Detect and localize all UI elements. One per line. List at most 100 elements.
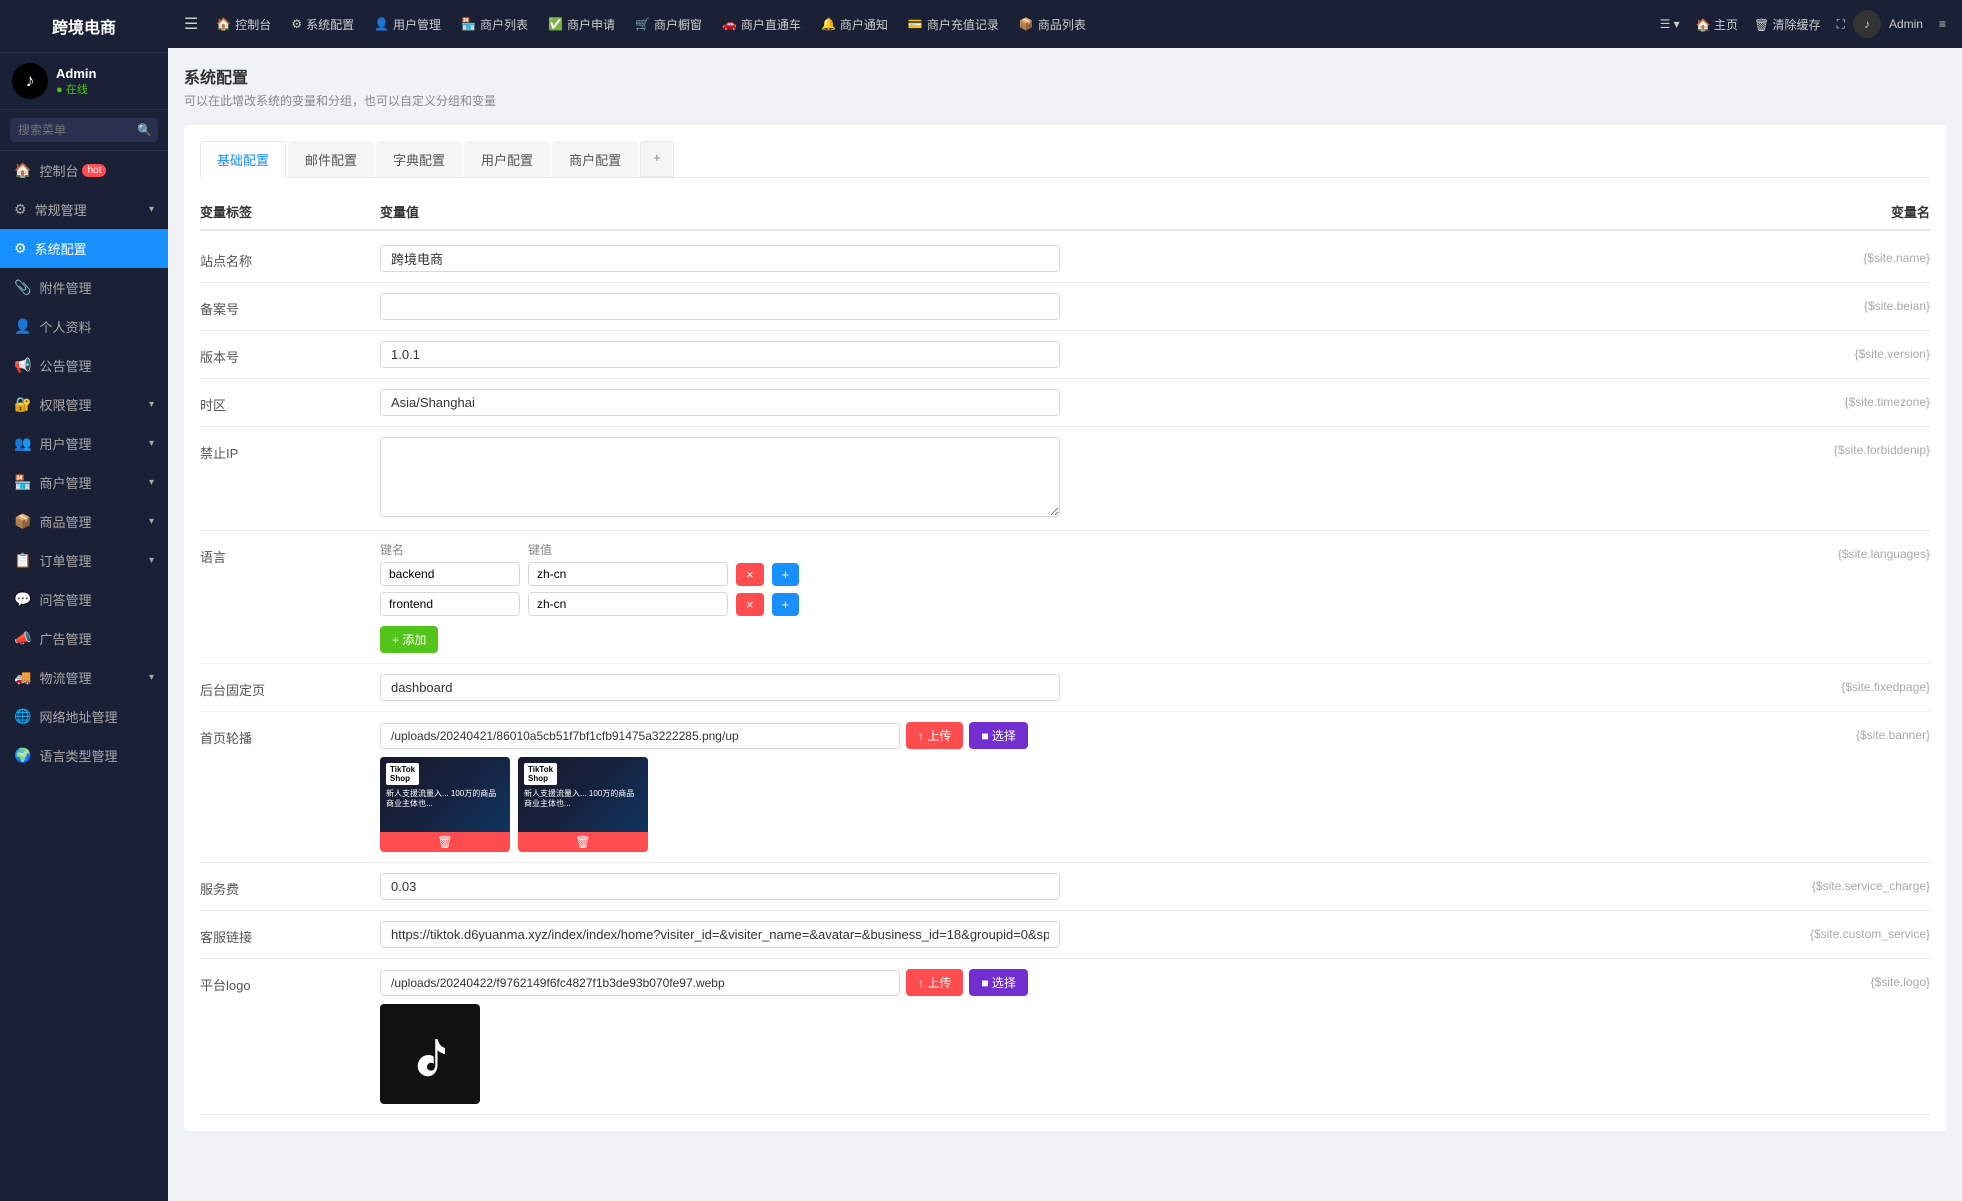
field-varname-service_charge: {$site.service_charge} [1730, 873, 1930, 893]
sidebar-label-ad: 公告管理 [39, 356, 91, 375]
topbar-menu-btn[interactable]: ☰ ▾ [1652, 17, 1688, 31]
topbar-item-商户列表[interactable]: 🏪商户列表 [451, 0, 538, 48]
field-value-service_charge [380, 873, 1730, 900]
topbar-more-btn[interactable]: ≡ [1931, 17, 1954, 31]
lang-add-btn-1[interactable]: + [772, 593, 800, 616]
sidebar-label-merchant: 商户管理 [39, 473, 91, 492]
sidebar-label-qa: 问答管理 [39, 590, 91, 609]
tab-邮件配置[interactable]: 邮件配置 [288, 141, 374, 177]
topbar-icon: 💳 [908, 17, 923, 31]
hamburger-icon[interactable]: ☰ [176, 14, 206, 34]
tab-字典配置[interactable]: 字典配置 [376, 141, 462, 177]
form-row-beian: 备案号 {$site.beian} [200, 283, 1930, 331]
topbar-item-商户申请[interactable]: ✅商户申请 [538, 0, 625, 48]
select-btn-logo[interactable]: ■ 选择 [969, 969, 1028, 996]
tiktok-logo-svg [400, 1024, 460, 1084]
lang-delete-btn-0[interactable]: × [736, 563, 764, 586]
upload-input-banner[interactable] [380, 723, 900, 749]
lang-val-input-0[interactable] [528, 562, 728, 586]
sidebar-item-network[interactable]: 🌐 网络地址管理 [0, 697, 168, 736]
lang-key-input-1[interactable] [380, 592, 520, 616]
topbar-item-控制台[interactable]: 🏠控制台 [206, 0, 281, 48]
upload-btn-logo[interactable]: ↑ 上传 [906, 969, 963, 996]
user-status: ● 在线 [56, 81, 96, 97]
thumb-delete-btn-1[interactable]: 🗑 [518, 832, 648, 852]
lang-val-input-1[interactable] [528, 592, 728, 616]
sidebar-item-dashboard[interactable]: 🏠 控制台 hot [0, 151, 168, 190]
sidebar-item-users[interactable]: 👥 用户管理 ▾ [0, 424, 168, 463]
sidebar-item-langtype[interactable]: 🌍 语言类型管理 [0, 736, 168, 775]
sidebar-item-merchant[interactable]: 🏪 商户管理 ▾ [0, 463, 168, 502]
input-timezone[interactable] [380, 389, 1060, 416]
field-label-banner: 首页轮播 [200, 722, 380, 747]
page-title: 系统配置 [184, 64, 1946, 88]
topbar-item-商户直通车[interactable]: 🚗商户直通车 [712, 0, 811, 48]
field-varname-logo: {$site.logo} [1730, 969, 1930, 989]
sidebar-item-sysconfig[interactable]: ⚙ 系统配置 [0, 229, 168, 268]
field-value-logo: ↑ 上传 ■ 选择 [380, 969, 1730, 1104]
topbar-item-商户充值记录[interactable]: 💳商户充值记录 [898, 0, 1009, 48]
topbar-item-用户管理[interactable]: 👤用户管理 [364, 0, 451, 48]
sidebar-item-attachment[interactable]: 📎 附件管理 [0, 268, 168, 307]
input-beian[interactable] [380, 293, 1060, 320]
config-card: 基础配置邮件配置字典配置用户配置商户配置+ 变量标签 变量值 变量名 站点名称 … [184, 125, 1946, 1131]
sidebar-item-goods[interactable]: 📦 商品管理 ▾ [0, 502, 168, 541]
arrow-icon-permission: ▾ [149, 399, 154, 410]
tab-+[interactable]: + [640, 141, 674, 177]
input-custom_service[interactable] [380, 921, 1060, 948]
sidebar-item-qa[interactable]: 💬 问答管理 [0, 580, 168, 619]
field-varname-site_name: {$site.name} [1730, 245, 1930, 265]
field-label-fixed_page: 后台固定页 [200, 674, 380, 699]
textarea-forbidden_ip[interactable] [380, 437, 1060, 517]
input-fixed_page[interactable] [380, 674, 1060, 701]
topbar-icon: 🚗 [722, 17, 737, 31]
field-label-beian: 备案号 [200, 293, 380, 318]
lang-delete-btn-1[interactable]: × [736, 593, 764, 616]
sidebar-item-regular[interactable]: ⚙ 常规管理 ▾ [0, 190, 168, 229]
form-row-fixed_page: 后台固定页 {$site.fixedpage} [200, 664, 1930, 712]
username: Admin [56, 66, 96, 81]
sidebar-item-logistics[interactable]: 🚚 物流管理 ▾ [0, 658, 168, 697]
topbar-item-商户通知[interactable]: 🔔商户通知 [811, 0, 898, 48]
sidebar-item-profile[interactable]: 👤 个人资料 [0, 307, 168, 346]
lang-header-key: 键名 [380, 541, 520, 558]
upload-btn-banner[interactable]: ↑ 上传 [906, 722, 963, 749]
input-service_charge[interactable] [380, 873, 1060, 900]
field-varname-language: {$site.languages} [1730, 541, 1930, 561]
sidebar-icon-order: 📋 [14, 552, 31, 569]
topbar-home-btn[interactable]: 🏠 主页 [1688, 16, 1746, 33]
sidebar-icon-sysconfig: ⚙ [14, 240, 27, 257]
field-label-timezone: 时区 [200, 389, 380, 414]
field-value-fixed_page [380, 674, 1730, 701]
tab-商户配置[interactable]: 商户配置 [552, 141, 638, 177]
lang-add-btn-0[interactable]: + [772, 563, 800, 586]
topbar-clear-cache-btn[interactable]: 🗑 清除缓存 [1746, 16, 1829, 33]
input-site_name[interactable] [380, 245, 1060, 272]
form-row-service_charge: 服务费 {$site.service_charge} [200, 863, 1930, 911]
sidebar-item-permission[interactable]: 🔐 权限管理 ▾ [0, 385, 168, 424]
tab-基础配置[interactable]: 基础配置 [200, 141, 286, 178]
topbar-admin-avatar[interactable]: ♪ [1853, 10, 1881, 38]
topbar-item-商户橱窗[interactable]: 🛒商户橱窗 [625, 0, 712, 48]
select-btn-banner[interactable]: ■ 选择 [969, 722, 1028, 749]
thumb-delete-btn-0[interactable]: 🗑 [380, 832, 510, 852]
topbar-admin-label[interactable]: Admin [1881, 17, 1931, 31]
topbar-item-商品列表[interactable]: 📦商品列表 [1009, 0, 1096, 48]
search-input[interactable] [10, 118, 158, 142]
sidebar-item-adv[interactable]: 📣 广告管理 [0, 619, 168, 658]
input-version[interactable] [380, 341, 1060, 368]
brand-title: 跨境电商 [0, 0, 168, 53]
thumb-banner-0: TikTokShop 新人支援流量入... 100万的商品商业主体也... [380, 757, 510, 832]
topbar-expand-icon[interactable]: ⛶ [1829, 17, 1853, 32]
topbar-item-系统配置[interactable]: ⚙系统配置 [281, 0, 364, 48]
lang-add-new-btn[interactable]: + 添加 [380, 626, 438, 653]
field-label-language: 语言 [200, 541, 380, 566]
topbar-right: ☰ ▾ 🏠 主页 🗑 清除缓存 ⛶ ♪ Admin ≡ [1652, 10, 1954, 38]
upload-input-logo[interactable] [380, 970, 900, 996]
page-desc: 可以在此增改系统的变量和分组，也可以自定义分组和变量 [184, 92, 1946, 109]
tab-用户配置[interactable]: 用户配置 [464, 141, 550, 177]
lang-key-input-0[interactable] [380, 562, 520, 586]
sidebar-item-ad[interactable]: 📢 公告管理 [0, 346, 168, 385]
sidebar-item-order[interactable]: 📋 订单管理 ▾ [0, 541, 168, 580]
sidebar: 跨境电商 Admin ● 在线 🔍 🏠 控制台 hot ⚙ 常规管理 ▾⚙ 系统… [0, 0, 168, 1201]
